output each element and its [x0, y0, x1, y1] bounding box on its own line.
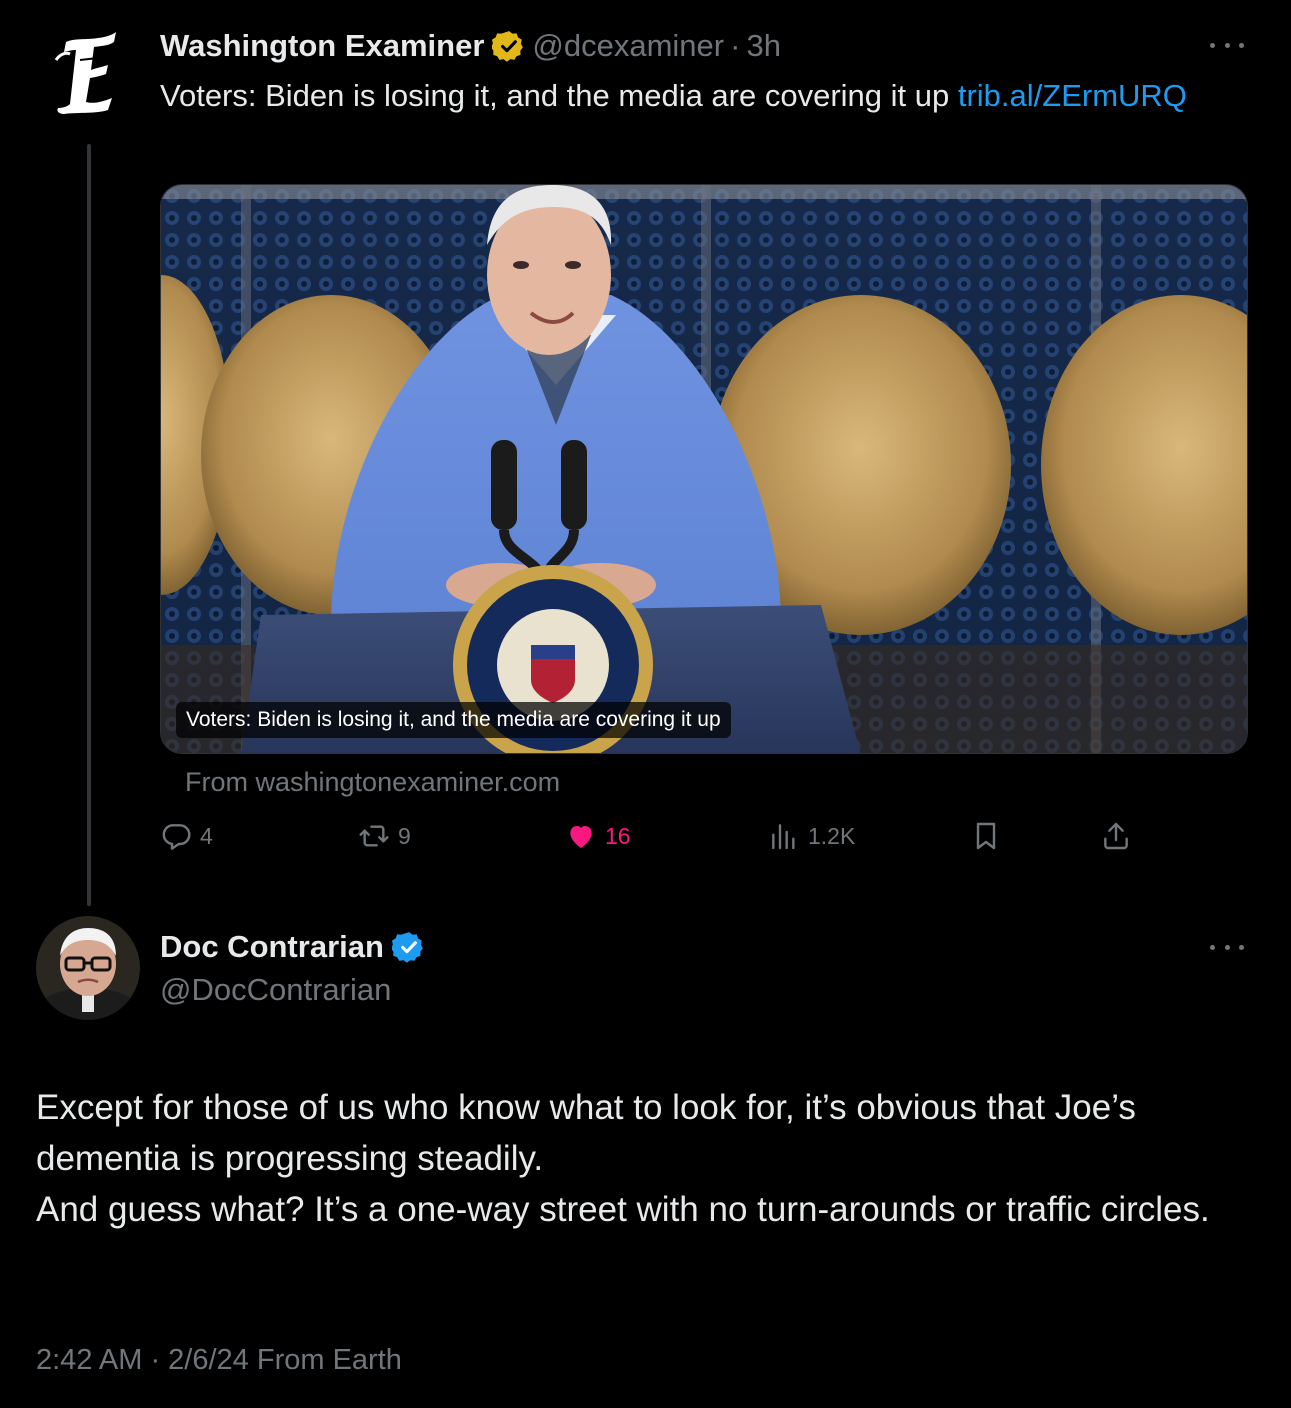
views-count: 1.2K	[808, 822, 856, 849]
author-name[interactable]: Doc Contrarian	[160, 925, 384, 969]
author-handle[interactable]: @DocContrarian	[160, 968, 391, 1012]
washington-examiner-logo-icon	[36, 20, 140, 124]
tweet-text: Except for those of us who know what to …	[36, 1082, 1266, 1235]
tweet-text-line-1: Except for those of us who know what to …	[36, 1088, 1136, 1178]
card-caption: Voters: Biden is losing it, and the medi…	[176, 702, 731, 738]
card-source[interactable]: From washingtonexaminer.com	[185, 764, 560, 800]
avatar-photo	[36, 916, 140, 1020]
share-button[interactable]	[1100, 816, 1140, 856]
views-button[interactable]: 1.2K	[768, 816, 855, 856]
reply-count: 4	[200, 822, 213, 849]
tweet-timestamp[interactable]: 2:42 AM · 2/6/24 From Earth	[36, 1340, 402, 1380]
tweet-time[interactable]: 3h	[746, 24, 780, 68]
tweet-header: Doc Contrarian	[160, 925, 432, 969]
thread-connector-line	[87, 144, 91, 906]
bookmark-button[interactable]	[970, 816, 1010, 856]
more-options-icon[interactable]	[1210, 937, 1244, 957]
repost-count: 9	[398, 822, 411, 849]
tweet-text-line-2: And guess what? It’s a one-way street wi…	[36, 1190, 1210, 1229]
blue-verified-badge-icon	[391, 932, 423, 963]
share-icon	[1104, 822, 1128, 850]
tweet-text: Voters: Biden is losing it, and the medi…	[160, 72, 1220, 120]
author-handle[interactable]: @dcexaminer	[532, 24, 724, 68]
tweet-link[interactable]: trib.al/ZErmURQ	[958, 78, 1187, 113]
bookmark-icon	[976, 822, 996, 850]
link-card-image[interactable]	[160, 184, 1248, 754]
like-count: 16	[605, 822, 631, 849]
separator-dot: ·	[730, 28, 741, 63]
tweet-header: Washington Examiner @dcexaminer · 3h	[160, 24, 781, 68]
reply-icon	[162, 824, 191, 850]
repost-button[interactable]: 9	[358, 816, 411, 856]
author-avatar-doc-contrarian[interactable]	[36, 916, 140, 1020]
views-chart-icon	[772, 824, 795, 850]
reply-button[interactable]: 4	[160, 816, 213, 856]
repost-icon	[359, 825, 389, 847]
like-button[interactable]: 16	[565, 816, 631, 856]
author-avatar-washington-examiner[interactable]	[36, 20, 140, 124]
author-name[interactable]: Washington Examiner	[160, 24, 484, 68]
article-photo	[161, 185, 1247, 753]
tweet-body: Voters: Biden is losing it, and the medi…	[160, 78, 958, 113]
gold-verified-badge-icon	[492, 31, 524, 62]
more-options-icon[interactable]	[1210, 35, 1244, 55]
heart-filled-icon	[570, 826, 592, 848]
